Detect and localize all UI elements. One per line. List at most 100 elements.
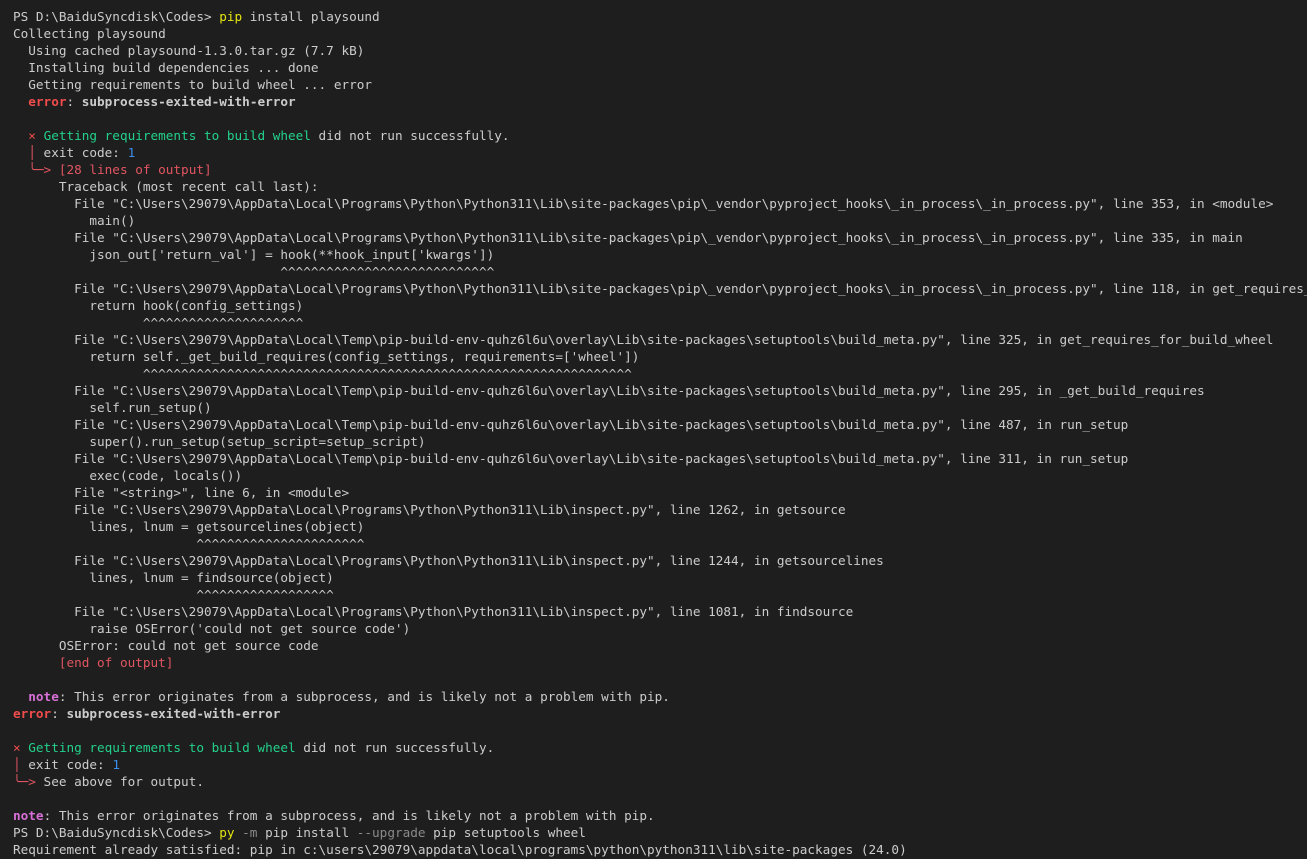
- terminal-line: Using cached playsound-1.3.0.tar.gz (7.7…: [0, 42, 1307, 59]
- terminal-line: lines, lnum = getsourcelines(object): [0, 518, 1307, 535]
- terminal-line: note: This error originates from a subpr…: [0, 688, 1307, 705]
- terminal-text-segment: See above for output.: [35, 774, 204, 789]
- terminal-text-segment: [end of output]: [58, 655, 174, 670]
- terminal-text-segment: subprocess-exited-with-error: [81, 94, 296, 109]
- terminal-text-segment: return hook(config_settings): [13, 298, 304, 313]
- terminal-line: File "C:\Users\29079\AppData\Local\Progr…: [0, 603, 1307, 620]
- terminal-line: Traceback (most recent call last):: [0, 178, 1307, 195]
- terminal-line: ╰─> See above for output.: [0, 773, 1307, 790]
- terminal-line: ^^^^^^^^^^^^^^^^^^^^^: [0, 314, 1307, 331]
- terminal-text-segment: pip setuptools wheel: [425, 825, 586, 840]
- terminal-text-segment: Traceback (most recent call last):: [13, 179, 319, 194]
- terminal-text-segment: exit code:: [20, 757, 113, 772]
- terminal-text-segment: File "C:\Users\29079\AppData\Local\Temp\…: [13, 383, 1205, 398]
- terminal-line: ^^^^^^^^^^^^^^^^^^^^^^^^^^^^: [0, 263, 1307, 280]
- terminal-line: return self._get_build_requires(config_s…: [0, 348, 1307, 365]
- terminal-line: × Getting requirements to build wheel di…: [0, 127, 1307, 144]
- terminal-line: [end of output]: [0, 654, 1307, 671]
- terminal-line: lines, lnum = findsource(object): [0, 569, 1307, 586]
- terminal-line: raise OSError('could not get source code…: [0, 620, 1307, 637]
- terminal-text-segment: exit code:: [35, 145, 128, 160]
- terminal-text-segment: │: [28, 145, 36, 160]
- terminal-text-segment: Installing build dependencies ... done: [13, 60, 319, 75]
- terminal-text-segment: PS D:\BaiduSyncdisk\Codes>: [13, 825, 220, 840]
- terminal-line: Collecting playsound: [0, 25, 1307, 42]
- terminal-text-segment: Requirement already satisfied: pip in c:…: [13, 842, 907, 857]
- terminal-text-segment: -m: [234, 825, 258, 840]
- terminal-text-segment: return self._get_build_requires(config_s…: [13, 349, 640, 364]
- terminal-text-segment: Collecting playsound: [13, 26, 166, 41]
- terminal-line: File "C:\Users\29079\AppData\Local\Temp\…: [0, 416, 1307, 433]
- terminal-line: OSError: could not get source code: [0, 637, 1307, 654]
- terminal-text-segment: lines, lnum = getsourcelines(object): [13, 519, 365, 534]
- terminal-line: note: This error originates from a subpr…: [0, 807, 1307, 824]
- terminal-line: Getting requirements to build wheel ... …: [0, 76, 1307, 93]
- terminal-text-segment: ^^^^^^^^^^^^^^^^^^^^^^^^^^^^^^^^^^^^^^^^…: [13, 366, 632, 381]
- terminal-line: self.run_setup(): [0, 399, 1307, 416]
- terminal-text-segment: 1: [127, 145, 136, 160]
- terminal-text-segment: File "C:\Users\29079\AppData\Local\Progr…: [13, 230, 1243, 245]
- terminal-line: File "C:\Users\29079\AppData\Local\Progr…: [0, 195, 1307, 212]
- terminal-line: File "C:\Users\29079\AppData\Local\Temp\…: [0, 382, 1307, 399]
- terminal-line: PS D:\BaiduSyncdisk\Codes> pip install p…: [0, 8, 1307, 25]
- terminal-line: super().run_setup(setup_script=setup_scr…: [0, 433, 1307, 450]
- terminal-text-segment: File "C:\Users\29079\AppData\Local\Progr…: [13, 553, 884, 568]
- terminal-line: File "C:\Users\29079\AppData\Local\Temp\…: [0, 331, 1307, 348]
- terminal-text-segment: note: [28, 689, 59, 704]
- terminal-text-segment: subprocess-exited-with-error: [66, 706, 281, 721]
- terminal-text-segment: pip: [219, 9, 243, 24]
- terminal-text-segment: note: [13, 808, 44, 823]
- terminal-text-segment: --upgrade: [356, 825, 426, 840]
- terminal-line: json_out['return_val'] = hook(**hook_inp…: [0, 246, 1307, 263]
- terminal-text-segment: File "C:\Users\29079\AppData\Local\Progr…: [13, 502, 846, 517]
- terminal-line: Requirement already satisfied: pip in c:…: [0, 841, 1307, 858]
- terminal-text-segment: exec(code, locals()): [13, 468, 243, 483]
- terminal-text-segment: OSError: could not get source code: [13, 638, 319, 653]
- terminal-text-segment: Using cached playsound-1.3.0.tar.gz (7.7…: [13, 43, 365, 58]
- terminal-text-segment: Getting requirements to build wheel: [43, 128, 311, 143]
- terminal-line: ^^^^^^^^^^^^^^^^^^: [0, 586, 1307, 603]
- terminal-text-segment: did not run successfully.: [310, 128, 510, 143]
- terminal-text-segment: ×: [13, 740, 29, 755]
- terminal-line: │ exit code: 1: [0, 144, 1307, 161]
- terminal-text-segment: File "C:\Users\29079\AppData\Local\Progr…: [13, 281, 1307, 296]
- terminal-text-segment: error: [13, 706, 52, 721]
- terminal-text-segment: pip install: [257, 825, 357, 840]
- terminal-text-segment: self.run_setup(): [13, 400, 212, 415]
- terminal-text-segment: File "C:\Users\29079\AppData\Local\Progr…: [13, 604, 854, 619]
- terminal-text-segment: File "C:\Users\29079\AppData\Local\Temp\…: [13, 451, 1129, 466]
- terminal-line: ^^^^^^^^^^^^^^^^^^^^^^^^^^^^^^^^^^^^^^^^…: [0, 365, 1307, 382]
- terminal-text-segment: json_out['return_val'] = hook(**hook_inp…: [13, 247, 495, 262]
- terminal-line: File "<string>", line 6, in <module>: [0, 484, 1307, 501]
- terminal-text-segment: │: [13, 757, 21, 772]
- terminal-line: File "C:\Users\29079\AppData\Local\Progr…: [0, 280, 1307, 297]
- terminal-text-segment: 1: [112, 757, 120, 772]
- terminal-text-segment: ^^^^^^^^^^^^^^^^^^^^^^: [13, 536, 365, 551]
- terminal-line: error: subprocess-exited-with-error: [0, 93, 1307, 110]
- terminal-text-segment: PS D:\BaiduSyncdisk\Codes>: [13, 9, 220, 24]
- terminal-text-segment: ╰─>: [13, 774, 36, 789]
- terminal-text-segment: ×: [28, 128, 44, 143]
- terminal-text-segment: install playsound: [242, 9, 380, 24]
- terminal-text-segment: File "C:\Users\29079\AppData\Local\Temp\…: [13, 417, 1129, 432]
- terminal-text-segment: main(): [13, 213, 136, 228]
- terminal-text-segment: File "C:\Users\29079\AppData\Local\Temp\…: [13, 332, 1274, 347]
- terminal-text-segment: : This error originates from a subproces…: [43, 808, 655, 823]
- terminal-text-segment: : This error originates from a subproces…: [58, 689, 670, 704]
- terminal-output[interactable]: PS D:\BaiduSyncdisk\Codes> pip install p…: [0, 0, 1307, 859]
- terminal-text-segment: :: [66, 94, 82, 109]
- terminal-text-segment: ╰─> [28 lines of output]: [28, 162, 212, 177]
- terminal-line: Installing build dependencies ... done: [0, 59, 1307, 76]
- terminal-line: return hook(config_settings): [0, 297, 1307, 314]
- terminal-text-segment: ^^^^^^^^^^^^^^^^^^^^^: [13, 315, 304, 330]
- terminal-line: File "C:\Users\29079\AppData\Local\Progr…: [0, 552, 1307, 569]
- terminal-text-segment: did not run successfully.: [295, 740, 495, 755]
